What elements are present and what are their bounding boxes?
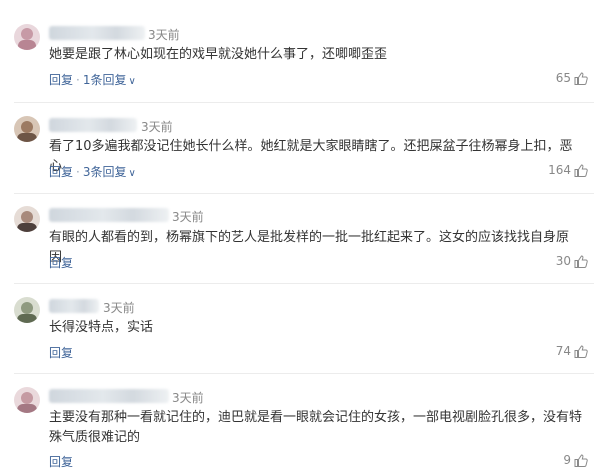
like-button[interactable]: 30: [556, 254, 588, 268]
comment-actions: 回复 · 1条回复 ∨: [49, 71, 136, 88]
like-count: 65: [555, 71, 571, 85]
comment-actions: 回复: [49, 453, 73, 470]
like-count: 164: [548, 163, 571, 177]
username-blurred: [49, 26, 145, 40]
divider: [14, 102, 594, 103]
like-button[interactable]: 9: [563, 453, 588, 467]
username-blurred: [49, 299, 99, 313]
reply-button[interactable]: 回复: [49, 73, 73, 87]
comment-text: 主要没有那种一看就记住的，迪巴就是看一眼就会记住的女孩，一部电视剧脸孔很多，没有…: [49, 410, 583, 445]
comment-actions: 回复 · 3条回复 ∨: [49, 163, 136, 180]
comment-time: 3天前: [148, 28, 180, 42]
comment-actions: 回复: [49, 344, 73, 361]
thumbs-up-icon: [574, 254, 588, 268]
divider: [14, 283, 594, 284]
like-count: 9: [563, 453, 571, 467]
thumbs-up-icon: [574, 344, 588, 358]
avatar[interactable]: [14, 387, 40, 413]
thumbs-up-icon: [574, 71, 588, 85]
chevron-down-icon[interactable]: ∨: [128, 168, 135, 179]
view-replies-link[interactable]: 1条回复: [83, 73, 127, 87]
thumbs-up-icon: [574, 453, 588, 467]
username-blurred: [49, 208, 169, 222]
divider: [14, 373, 594, 374]
comment-time: 3天前: [103, 301, 135, 315]
like-count: 30: [555, 254, 571, 268]
comment-time: 3天前: [172, 391, 204, 405]
comment-actions: 回复: [49, 254, 73, 271]
like-count: 74: [555, 344, 571, 358]
like-button[interactable]: 65: [556, 71, 588, 85]
reply-button[interactable]: 回复: [49, 165, 73, 179]
like-button[interactable]: 164: [548, 163, 588, 177]
separator: ·: [76, 73, 80, 87]
username-blurred: [49, 389, 169, 403]
chevron-down-icon[interactable]: ∨: [128, 76, 135, 87]
avatar[interactable]: [14, 24, 40, 50]
comment-time: 3天前: [172, 210, 204, 224]
comment-text: 长得没特点，实话: [49, 320, 154, 335]
reply-button[interactable]: 回复: [49, 346, 73, 360]
username-blurred: [49, 118, 137, 132]
separator: ·: [76, 165, 80, 179]
avatar[interactable]: [14, 297, 40, 323]
avatar[interactable]: [14, 116, 40, 142]
reply-button[interactable]: 回复: [49, 455, 73, 469]
reply-button[interactable]: 回复: [49, 256, 73, 270]
avatar[interactable]: [14, 206, 40, 232]
like-button[interactable]: 74: [556, 344, 588, 358]
thumbs-up-icon: [574, 163, 588, 177]
divider: [14, 193, 594, 194]
view-replies-link[interactable]: 3条回复: [83, 165, 127, 179]
comment-time: 3天前: [141, 120, 173, 134]
comment-text: 有眼的人都看的到，杨幂旗下的艺人是批发样的一批一批红起来了。这女的应该找找自身原…: [49, 230, 570, 265]
comment-text: 她要是跟了林心如现在的戏早就没她什么事了，还唧唧歪歪: [49, 47, 388, 62]
